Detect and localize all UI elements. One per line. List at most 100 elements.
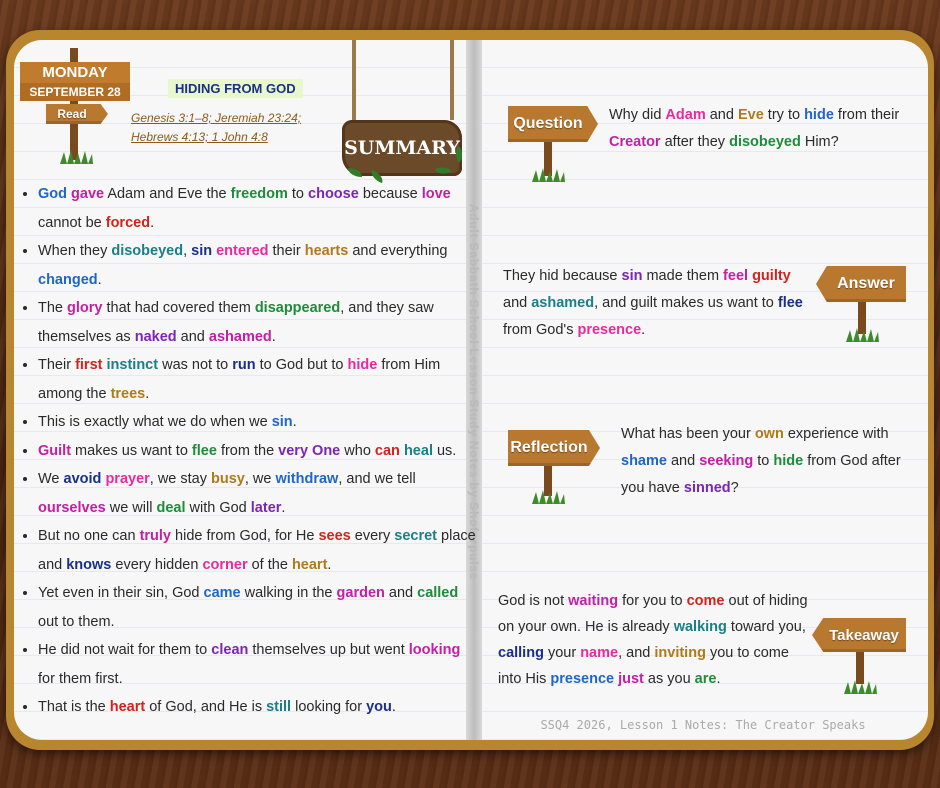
bullet-point: The glory that had covered them disappea… xyxy=(38,294,476,351)
highlighted-word: disappeared xyxy=(254,300,341,316)
reference-line: Hebrews 4:13; 1 John 4:8 xyxy=(131,130,268,144)
text-run: try to xyxy=(763,107,805,123)
highlighted-word: hide xyxy=(804,107,834,123)
reference-line: Genesis 3:1–8; Jeremiah 23:24; xyxy=(131,111,302,125)
text-run: . xyxy=(391,699,396,715)
highlighted-word: God xyxy=(38,186,67,202)
highlighted-word: heart xyxy=(109,699,146,715)
highlighted-word: seeking xyxy=(699,453,754,469)
text-run: This is exactly what we do when we xyxy=(38,414,272,430)
text-run: because xyxy=(358,186,422,202)
highlighted-word: secret xyxy=(394,528,437,544)
highlighted-word: withdraw xyxy=(275,471,339,487)
highlighted-word: heart xyxy=(291,556,328,573)
text-run: looking for xyxy=(291,699,367,715)
highlighted-word: waiting xyxy=(568,593,619,609)
bullet-point: When they disobeyed, sin entered their h… xyxy=(38,237,476,294)
grass-icon xyxy=(60,150,93,164)
text-run: When they xyxy=(38,243,112,259)
highlighted-word: very One xyxy=(278,442,341,459)
highlighted-word: sees xyxy=(318,528,351,544)
text-run: after they xyxy=(660,134,730,150)
text-run: , and xyxy=(618,645,655,661)
highlighted-word: hearts xyxy=(304,243,349,259)
highlighted-word: entered xyxy=(216,243,269,259)
text-run: . xyxy=(641,322,646,338)
highlighted-word: busy xyxy=(211,471,245,487)
text-run: Him? xyxy=(800,134,839,150)
reflection-text: What has been your own experience with s… xyxy=(621,421,911,502)
highlighted-word: prayer xyxy=(105,471,150,487)
text-run: , xyxy=(183,243,192,259)
text-run: made them xyxy=(642,268,724,284)
highlighted-word: Adam xyxy=(665,107,706,123)
highlighted-word: inviting xyxy=(654,645,706,661)
highlighted-word: forced xyxy=(105,214,151,231)
highlighted-word: feel xyxy=(723,268,749,284)
text-run: experience with xyxy=(783,426,889,442)
text-run: . xyxy=(271,328,276,345)
text-run: your xyxy=(543,645,581,661)
highlighted-word: ashamed xyxy=(208,328,272,345)
text-run: with God xyxy=(185,499,251,516)
highlighted-word: own xyxy=(754,426,784,442)
highlighted-word: presence xyxy=(577,322,642,338)
highlighted-word: later xyxy=(250,499,282,516)
text-run: Their xyxy=(38,357,76,373)
text-run: Why did xyxy=(609,107,666,123)
highlighted-word: disobeyed xyxy=(111,243,184,259)
text-run: every xyxy=(350,528,395,544)
highlighted-word: flee xyxy=(191,442,217,459)
rope xyxy=(352,40,356,120)
text-run: of the xyxy=(247,556,292,573)
text-run: Adam and Eve the xyxy=(104,186,231,202)
highlighted-word: sinned xyxy=(683,480,731,496)
highlighted-word: still xyxy=(266,699,292,715)
highlighted-word: freedom xyxy=(230,186,288,202)
rope xyxy=(450,40,454,120)
highlighted-word: naked xyxy=(134,328,177,345)
highlighted-word: clean xyxy=(211,642,249,658)
question-sign: Question xyxy=(508,106,598,142)
highlighted-word: ashamed xyxy=(531,295,595,311)
scripture-references[interactable]: Genesis 3:1–8; Jeremiah 23:24; Hebrews 4… xyxy=(131,109,331,147)
text-run: Yet even in their sin, God xyxy=(38,585,204,601)
bullet-point: Yet even in their sin, God came walking … xyxy=(38,579,476,636)
highlighted-word: love xyxy=(421,186,451,202)
date-label: SEPTEMBER 28 xyxy=(20,83,130,101)
highlighted-word: gave xyxy=(71,186,105,202)
answer-text: They hid because sin made them feel guil… xyxy=(503,263,815,344)
highlighted-word: deal xyxy=(156,499,186,516)
text-run: out to them. xyxy=(38,613,115,630)
highlighted-word: corner xyxy=(202,556,248,573)
text-run: ? xyxy=(730,480,739,496)
text-run: But no one can xyxy=(38,528,140,544)
text-run: as you xyxy=(643,671,695,687)
bullet-point: This is exactly what we do when we sin. xyxy=(38,408,476,437)
bullet-point: He did not wait for them to clean themse… xyxy=(38,636,476,693)
highlighted-word: first xyxy=(75,357,103,373)
highlighted-word: hide xyxy=(347,357,378,373)
summary-points: God gave Adam and Eve the freedom to cho… xyxy=(22,180,476,722)
highlighted-word: knows xyxy=(66,556,112,573)
text-run: us. xyxy=(432,442,457,459)
bullet-point: We avoid prayer, we stay busy, we withdr… xyxy=(38,465,476,522)
text-run: He did not wait for them to xyxy=(38,642,212,658)
day-label: MONDAY xyxy=(20,62,130,84)
text-run: . xyxy=(97,271,102,288)
text-run: for you to xyxy=(618,593,687,609)
highlighted-word: flee xyxy=(777,295,803,311)
text-run: for them first. xyxy=(38,670,123,687)
text-run: and xyxy=(705,107,738,123)
highlighted-word: instinct xyxy=(106,357,159,373)
bullet-point: That is the heart of God, and He is stil… xyxy=(38,693,476,722)
highlighted-word: Creator xyxy=(609,134,661,150)
text-run: was not to xyxy=(158,357,233,373)
highlighted-word: run xyxy=(232,357,256,373)
text-run: makes us want to xyxy=(71,442,192,459)
footer-caption: SSQ4 2026, Lesson 1 Notes: The Creator S… xyxy=(540,718,866,732)
grass-icon xyxy=(846,328,879,342)
text-run: from God's xyxy=(503,322,578,338)
reflection-sign: Reflection xyxy=(508,430,600,466)
text-run: to xyxy=(753,453,774,469)
